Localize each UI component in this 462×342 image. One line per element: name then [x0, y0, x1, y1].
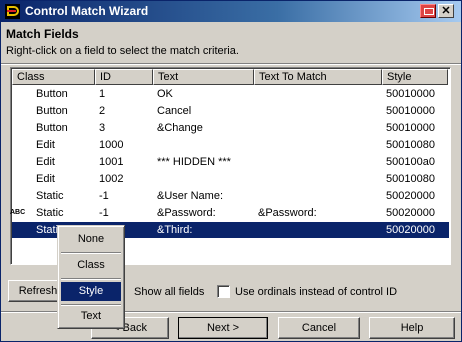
cell-id: 1: [99, 88, 106, 100]
table-row[interactable]: Button 1 OK 50010000: [12, 86, 449, 102]
show-all-label[interactable]: Show all fields: [134, 286, 204, 298]
column-header-text[interactable]: Text: [153, 69, 254, 85]
cell-text: &Change: [157, 122, 203, 134]
cell-text: Cancel: [157, 105, 192, 117]
header-divider: [1, 63, 461, 65]
cell-class: Static: [36, 190, 64, 202]
text-match-icon: ABC: [10, 209, 26, 216]
cell-id: 1000: [99, 139, 124, 151]
next-button[interactable]: Next >: [178, 317, 268, 339]
cell-style: 50020000: [386, 207, 435, 219]
column-header-id[interactable]: ID: [95, 69, 153, 85]
help-button[interactable]: Help: [369, 317, 455, 339]
cell-match: &Password:: [258, 207, 317, 219]
cell-style: 50010080: [386, 139, 435, 151]
column-header-class[interactable]: Class: [12, 69, 95, 85]
table-row[interactable]: ABC Static -1 &Password: &Password: 50020000: [10, 205, 449, 221]
table-row[interactable]: Edit 1002 50010080: [12, 171, 449, 187]
menu-item-none[interactable]: None: [61, 230, 121, 249]
cell-class: Button: [36, 122, 68, 134]
cell-id: -1: [99, 190, 109, 202]
cell-id: 1002: [99, 173, 124, 185]
window-title: Control Match Wizard: [25, 4, 149, 18]
cell-style: 50020000: [386, 224, 435, 236]
cell-text: &Third:: [157, 224, 193, 236]
table-row[interactable]: Static -1 &User Name: 50020000: [12, 188, 449, 204]
menu-item-text[interactable]: Text: [61, 307, 121, 326]
cancel-button[interactable]: Cancel: [278, 317, 360, 339]
title-bar[interactable]: Control Match Wizard ✕: [1, 1, 461, 22]
table-row[interactable]: Button 2 Cancel 50010000: [12, 103, 449, 119]
table-row[interactable]: Button 3 &Change 50010000: [12, 120, 449, 136]
table-row[interactable]: Edit 1001 *** HIDDEN *** 500100a0: [12, 154, 449, 170]
cell-id: -1: [99, 207, 109, 219]
cell-class: Static: [36, 207, 64, 219]
cell-class: Edit: [36, 139, 55, 151]
cell-style: 500100a0: [386, 156, 435, 168]
restore-icon: [424, 8, 434, 15]
cell-style: 50010000: [386, 105, 435, 117]
ordinals-label[interactable]: Use ordinals instead of control ID: [235, 286, 397, 298]
cell-class: Button: [36, 88, 68, 100]
wizard-header: Match Fields Right-click on a field to s…: [1, 22, 461, 63]
cell-style: 50020000: [386, 190, 435, 202]
close-icon: ✕: [441, 5, 451, 17]
app-icon: [5, 4, 20, 19]
cell-style: 50010000: [386, 122, 435, 134]
table-row[interactable]: Edit 1000 50010080: [12, 137, 449, 153]
cell-text: &Password:: [157, 207, 216, 219]
cell-style: 50010000: [386, 88, 435, 100]
column-header-text-to-match[interactable]: Text To Match: [254, 69, 382, 85]
column-header-style[interactable]: Style: [382, 69, 448, 85]
menu-separator: [61, 278, 121, 280]
page-title: Match Fields: [6, 27, 79, 41]
cell-id: 2: [99, 105, 106, 117]
cell-style: 50010080: [386, 173, 435, 185]
cell-text: OK: [157, 88, 173, 100]
menu-separator: [61, 252, 121, 254]
cell-class: Edit: [36, 156, 55, 168]
menu-item-class[interactable]: Class: [61, 256, 121, 275]
cell-id: 1001: [99, 156, 124, 168]
menu-separator: [61, 304, 121, 306]
cell-class: Button: [36, 105, 68, 117]
match-context-menu: None Class Style Text: [57, 225, 125, 329]
cell-class: Edit: [36, 173, 55, 185]
cell-id: 3: [99, 122, 106, 134]
wizard-window: Control Match Wizard ✕ Match Fields Righ…: [0, 0, 462, 342]
menu-item-style[interactable]: Style: [61, 282, 121, 301]
cell-text: *** HIDDEN ***: [157, 156, 231, 168]
page-subtitle: Right-click on a field to select the mat…: [6, 45, 239, 57]
close-button[interactable]: ✕: [438, 4, 454, 18]
ordinals-checkbox[interactable]: [217, 285, 230, 298]
restore-button[interactable]: [420, 4, 436, 18]
cell-text: &User Name:: [157, 190, 224, 202]
